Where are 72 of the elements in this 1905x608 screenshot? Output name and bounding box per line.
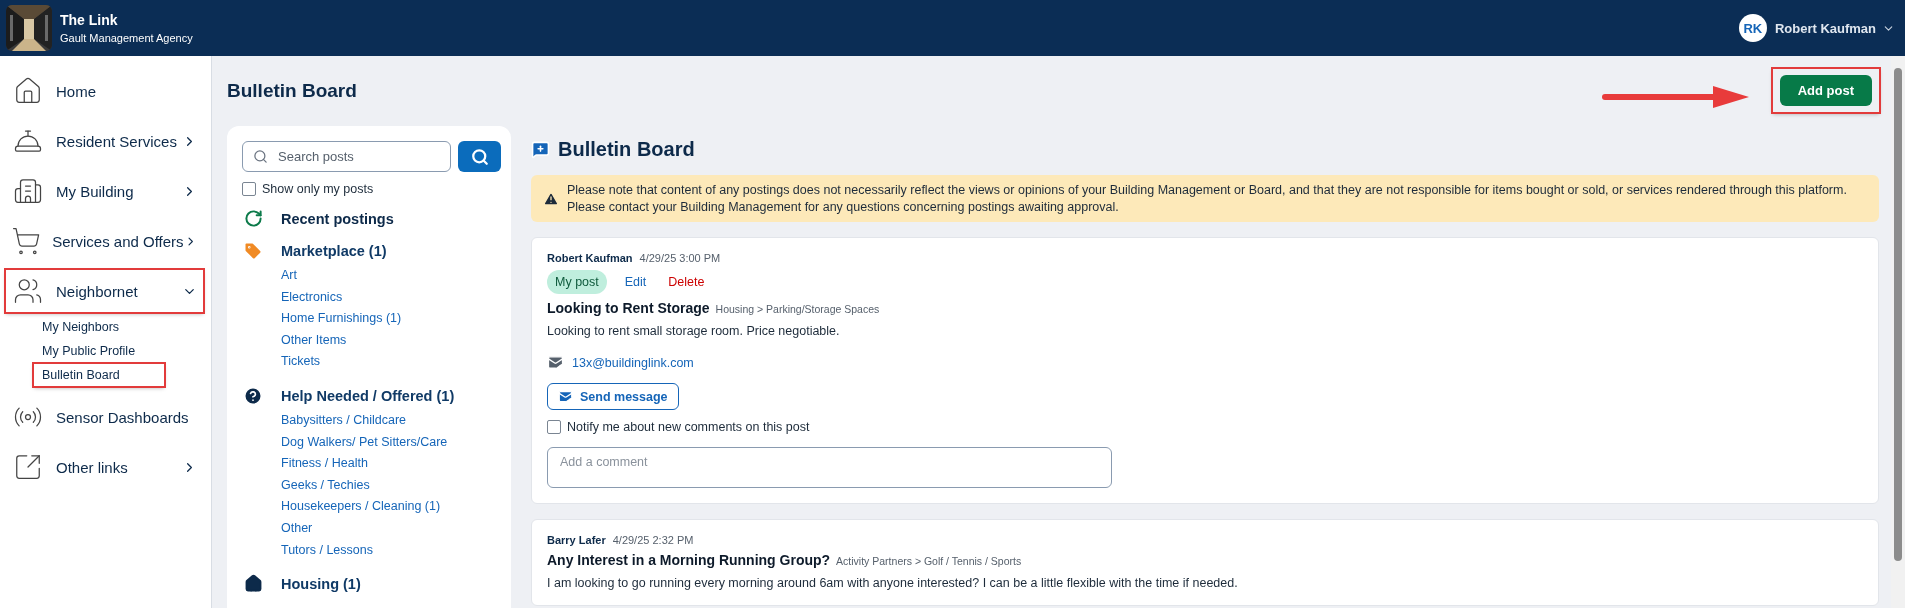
notice-text: Please contact your Building Management for any questions concerning postings awaiting approval. [567, 200, 1120, 214]
post-time: 4/29/25 2:32 PM [612, 534, 694, 546]
post-author: Barry Lafer [547, 534, 606, 546]
subcategory-link[interactable]: Dog Walkers/ Pet Sitters/Care [281, 431, 448, 454]
search-button[interactable] [458, 141, 501, 172]
subcategory-link[interactable]: Housekeepers / Cleaning (1) [281, 496, 441, 518]
add-post-button[interactable]: Add post [1779, 74, 1872, 106]
post-body: I am looking to go running every morning around 6am with anyone interested? I can be a little flexible with the time if needed. [547, 576, 1238, 590]
tag-icon [243, 241, 263, 261]
mail-icon [558, 389, 573, 404]
checkbox[interactable] [547, 420, 561, 434]
nav-subitem[interactable]: Bulletin Board [34, 364, 164, 386]
subcategory-link[interactable]: Electronics [281, 286, 343, 309]
user-avatar[interactable]: RK [1738, 14, 1767, 42]
house-icon [243, 574, 263, 594]
nav-item[interactable]: Other links [6, 446, 203, 488]
comment-field[interactable]: Add a comment [547, 447, 1112, 488]
notice-text: Please note that content of any postings does not necessarily reflect the views or opinions of your Building Management or Board, and that they are not responsible for items bought or sold, or services rendered through this platform. [567, 183, 1847, 197]
post-title: Any Interest in a Morning Running Group? [547, 552, 831, 568]
building-icon [13, 176, 43, 206]
subcategory-link[interactable]: Other Items [281, 329, 347, 352]
post-category: Housing > Parking/Storage Spaces [715, 303, 880, 315]
nav-item[interactable]: Home [6, 70, 203, 112]
subcategory-link[interactable]: Geeks / Techies [281, 474, 370, 497]
nav-item[interactable]: My Building [6, 170, 203, 212]
subcategory-link[interactable]: Other [281, 517, 313, 540]
page-title: Bulletin Board [227, 80, 357, 102]
nav-subitem[interactable]: My Neighbors [34, 316, 128, 338]
subcategory-link[interactable]: Fitness / Health [281, 453, 368, 475]
my-post-badge: My post [547, 270, 607, 294]
search-icon [470, 147, 489, 166]
people-icon [13, 276, 43, 306]
nav-item[interactable]: Resident Services [6, 120, 203, 162]
help-icon [243, 385, 263, 406]
nav-subitem[interactable]: My Public Profile [34, 340, 144, 362]
scrollbar[interactable] [1891, 56, 1905, 608]
category-link[interactable]: Housing (1) [281, 575, 361, 592]
house-icon [13, 76, 43, 106]
category-link[interactable]: Help Needed / Offered (1) [281, 387, 455, 404]
email-link[interactable]: 13x@buildinglink.com [572, 355, 694, 370]
nav-item[interactable]: Sensor Dashboards [6, 396, 203, 438]
external-link-icon [13, 452, 43, 482]
checkbox-label: Notify me about new comments on this post [567, 420, 810, 434]
checkbox[interactable] [242, 182, 256, 196]
app-subtitle: Gault Management Agency [60, 32, 193, 44]
post-author: Robert Kaufman [547, 252, 633, 264]
subcategory-link[interactable]: Tutors / Lessons [281, 539, 373, 562]
post-title: Looking to Rent Storage [547, 300, 710, 316]
delete-link[interactable]: Delete [664, 273, 709, 291]
send-message-button[interactable]: Send message [547, 383, 679, 410]
mail-icon [547, 354, 564, 371]
subcategory-link[interactable]: Babysitters / Childcare [281, 409, 407, 432]
nav-item[interactable]: Neighbornet [6, 270, 203, 312]
category-link[interactable]: Recent postings [281, 210, 394, 227]
post-time: 4/29/25 3:00 PM [639, 252, 721, 264]
user-name[interactable]: Robert Kaufman [1774, 20, 1876, 36]
subcategory-link[interactable]: Art [281, 265, 297, 287]
subcategory-link[interactable]: Tickets [281, 351, 321, 373]
cart-icon [11, 226, 42, 256]
search-field[interactable]: Search posts [242, 141, 451, 172]
search-icon [253, 149, 268, 164]
warning-icon [543, 190, 559, 207]
chat-plus-icon [531, 140, 550, 159]
app-title: The Link [60, 12, 119, 28]
category-link[interactable]: Marketplace (1) [281, 243, 387, 259]
checkbox-label: Show only my posts [262, 182, 374, 196]
subcategory-link[interactable]: Home Furnishings (1) [281, 308, 402, 330]
post-body: Looking to rent small storage room. Price negotiable. [547, 324, 840, 338]
edit-link[interactable]: Edit [620, 273, 651, 291]
nav-item[interactable]: Services and Offers [6, 220, 203, 262]
post-category: Activity Partners > Golf / Tennis / Sports [836, 555, 1022, 567]
board-title: Bulletin Board [558, 138, 695, 161]
